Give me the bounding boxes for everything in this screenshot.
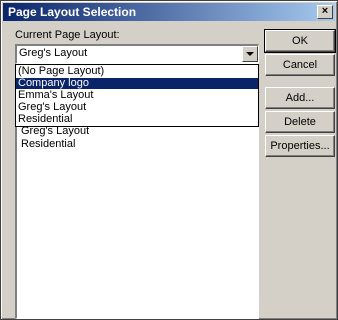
dropdown-option[interactable]: Residential: [16, 114, 258, 125]
title-bar: Page Layout Selection ×: [3, 3, 335, 21]
current-layout-label: Current Page Layout:: [15, 29, 120, 41]
layout-dropdown-list[interactable]: (No Page Layout) Company logo Emma's Lay…: [15, 64, 259, 127]
dropdown-option-selected[interactable]: Company logo: [16, 78, 258, 89]
combobox-dropdown-button[interactable]: [242, 46, 258, 62]
current-layout-combobox[interactable]: Greg's Layout: [15, 44, 259, 64]
list-item[interactable]: Residential: [21, 138, 75, 150]
dropdown-option[interactable]: Greg's Layout: [16, 102, 258, 113]
close-icon: ×: [321, 5, 329, 17]
cancel-button[interactable]: Cancel: [265, 54, 335, 76]
ok-button[interactable]: OK: [264, 29, 336, 53]
add-button[interactable]: Add...: [265, 87, 335, 109]
dropdown-option[interactable]: (No Page Layout): [16, 66, 258, 77]
chevron-down-icon: [246, 52, 254, 56]
dropdown-option[interactable]: Emma's Layout: [16, 90, 258, 101]
properties-button[interactable]: Properties...: [265, 135, 335, 157]
close-button[interactable]: ×: [317, 5, 333, 19]
delete-button[interactable]: Delete: [265, 111, 335, 133]
combobox-value: Greg's Layout: [19, 47, 88, 59]
page-layout-dialog: Page Layout Selection × Current Page Lay…: [0, 0, 338, 320]
window-title: Page Layout Selection: [8, 5, 137, 19]
